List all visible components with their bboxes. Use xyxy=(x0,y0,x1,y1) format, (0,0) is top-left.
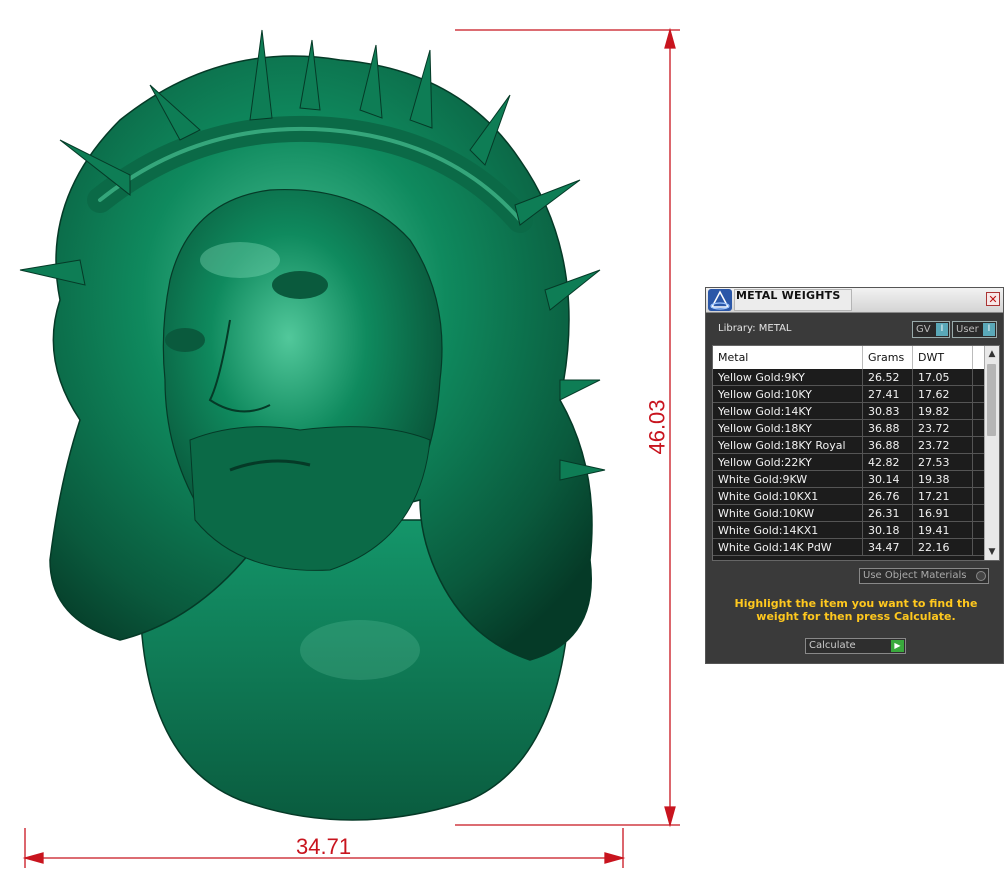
metal-weights-panel: METAL WEIGHTS ✕ Library: METAL GV I User… xyxy=(705,287,1004,664)
app-logo-icon xyxy=(708,289,732,311)
cell-dwt: 19.82 xyxy=(913,403,973,420)
table-row[interactable]: Yellow Gold:14KY 30.83 19.82 xyxy=(713,403,985,420)
table-row[interactable]: White Gold:10KW 26.31 16.91 xyxy=(713,505,985,522)
cell-grams: 30.18 xyxy=(863,522,913,539)
cell-dwt: 27.53 xyxy=(913,454,973,471)
cell-dwt: 16.91 xyxy=(913,505,973,522)
column-header-grams[interactable]: Grams xyxy=(863,346,913,369)
cell-metal: Yellow Gold:9KY xyxy=(713,369,863,386)
cell-grams: 34.47 xyxy=(863,539,913,556)
panel-title: METAL WEIGHTS xyxy=(736,289,841,302)
cell-grams: 30.14 xyxy=(863,471,913,488)
chevron-up-icon[interactable]: ▲ xyxy=(985,347,999,361)
use-object-materials-toggle[interactable]: Use Object Materials xyxy=(859,568,989,584)
toggle-indicator-icon xyxy=(976,571,986,581)
cell-dwt: 22.16 xyxy=(913,539,973,556)
cell-grams: 26.52 xyxy=(863,369,913,386)
panel-titlebar[interactable]: METAL WEIGHTS ✕ xyxy=(706,288,1003,313)
cell-metal: Yellow Gold:14KY xyxy=(713,403,863,420)
column-header-dwt[interactable]: DWT xyxy=(913,346,973,369)
cell-grams: 36.88 xyxy=(863,420,913,437)
model-render xyxy=(19,27,680,868)
library-label: Library: METAL xyxy=(718,323,792,334)
model-viewport: 34.71 46.03 xyxy=(0,0,700,875)
cell-metal: White Gold:14K PdW xyxy=(713,539,863,556)
cell-metal: White Gold:14KX1 xyxy=(713,522,863,539)
cell-dwt: 23.72 xyxy=(913,437,973,454)
cell-metal: Yellow Gold:10KY xyxy=(713,386,863,403)
close-button[interactable]: ✕ xyxy=(986,292,1000,306)
table-row[interactable]: White Gold:14K PdW 34.47 22.16 xyxy=(713,539,985,556)
user-toggle[interactable]: User I xyxy=(952,321,997,338)
cell-metal: Yellow Gold:22KY xyxy=(713,454,863,471)
scrollbar-thumb[interactable] xyxy=(987,364,996,436)
play-arrow-icon: ▶ xyxy=(891,640,904,652)
calculate-button[interactable]: Calculate ▶ xyxy=(805,638,906,654)
table-scrollbar[interactable]: ▲ ▼ xyxy=(984,346,999,560)
user-toggle-label: User xyxy=(956,324,979,335)
height-dimension-label: 46.03 xyxy=(644,399,670,455)
cell-dwt: 19.38 xyxy=(913,471,973,488)
table-row[interactable]: Yellow Gold:10KY 27.41 17.62 xyxy=(713,386,985,403)
column-header-metal[interactable]: Metal xyxy=(713,346,863,369)
cell-dwt: 17.05 xyxy=(913,369,973,386)
use-object-materials-label: Use Object Materials xyxy=(863,570,967,581)
cell-dwt: 17.21 xyxy=(913,488,973,505)
chevron-down-icon[interactable]: ▼ xyxy=(985,545,999,559)
cell-grams: 42.82 xyxy=(863,454,913,471)
table-row[interactable]: Yellow Gold:22KY 42.82 27.53 xyxy=(713,454,985,471)
cell-dwt: 19.41 xyxy=(913,522,973,539)
cell-metal: White Gold:9KW xyxy=(713,471,863,488)
cell-metal: White Gold:10KW xyxy=(713,505,863,522)
gv-toggle-label: GV xyxy=(916,324,931,335)
cell-dwt: 23.72 xyxy=(913,420,973,437)
gv-toggle-indicator: I xyxy=(936,323,948,336)
table-row[interactable]: Yellow Gold:9KY 26.52 17.05 xyxy=(713,369,985,386)
cell-grams: 26.76 xyxy=(863,488,913,505)
cell-metal: White Gold:10KX1 xyxy=(713,488,863,505)
user-toggle-indicator: I xyxy=(983,323,995,336)
table-row[interactable]: White Gold:10KX1 26.76 17.21 xyxy=(713,488,985,505)
cell-metal: Yellow Gold:18KY xyxy=(713,420,863,437)
gv-toggle[interactable]: GV I xyxy=(912,321,950,338)
calculate-label: Calculate xyxy=(809,640,856,651)
instructions-text: Highlight the item you want to find the … xyxy=(734,597,978,623)
cell-grams: 26.31 xyxy=(863,505,913,522)
width-dimension-label: 34.71 xyxy=(296,834,352,859)
cell-dwt: 17.62 xyxy=(913,386,973,403)
table-header: Metal Grams DWT xyxy=(713,346,985,369)
cell-metal: Yellow Gold:18KY Royal xyxy=(713,437,863,454)
table-row[interactable]: Yellow Gold:18KY Royal 36.88 23.72 xyxy=(713,437,985,454)
table-body: Yellow Gold:9KY 26.52 17.05 Yellow Gold:10… xyxy=(713,369,985,556)
metal-table: Metal Grams DWT Yellow Gold:9KY 26.52 17.0… xyxy=(712,345,1000,561)
cell-grams: 27.41 xyxy=(863,386,913,403)
cell-grams: 36.88 xyxy=(863,437,913,454)
table-row[interactable]: Yellow Gold:18KY 36.88 23.72 xyxy=(713,420,985,437)
table-row[interactable]: White Gold:14KX1 30.18 19.41 xyxy=(713,522,985,539)
table-row[interactable]: White Gold:9KW 30.14 19.38 xyxy=(713,471,985,488)
cell-grams: 30.83 xyxy=(863,403,913,420)
